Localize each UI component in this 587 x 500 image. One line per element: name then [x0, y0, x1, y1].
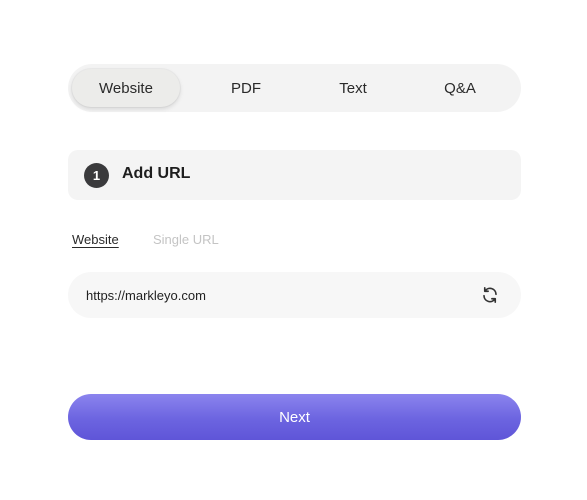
subtab-single-url[interactable]: Single URL — [153, 232, 219, 247]
tab-qa[interactable]: Q&A — [406, 69, 514, 107]
url-field — [68, 272, 521, 318]
source-type-tabs: Website PDF Text Q&A — [68, 64, 521, 112]
tab-label: Website — [99, 79, 153, 97]
refresh-icon[interactable] — [481, 286, 499, 304]
next-button[interactable]: Next — [68, 394, 521, 440]
url-input[interactable] — [86, 272, 456, 318]
tab-pdf[interactable]: PDF — [192, 69, 300, 107]
tab-label: Text — [339, 79, 367, 97]
step-header: 1 Add URL — [68, 150, 521, 200]
tab-label: Q&A — [444, 79, 476, 97]
tab-text[interactable]: Text — [299, 69, 407, 107]
step-number-badge: 1 — [84, 163, 109, 188]
subtab-website[interactable]: Website — [72, 232, 119, 247]
tab-website[interactable]: Website — [72, 69, 180, 107]
add-source-panel: Website PDF Text Q&A 1 Add URL Website S… — [0, 0, 587, 500]
step-title: Add URL — [122, 165, 191, 182]
tab-label: PDF — [231, 79, 261, 97]
